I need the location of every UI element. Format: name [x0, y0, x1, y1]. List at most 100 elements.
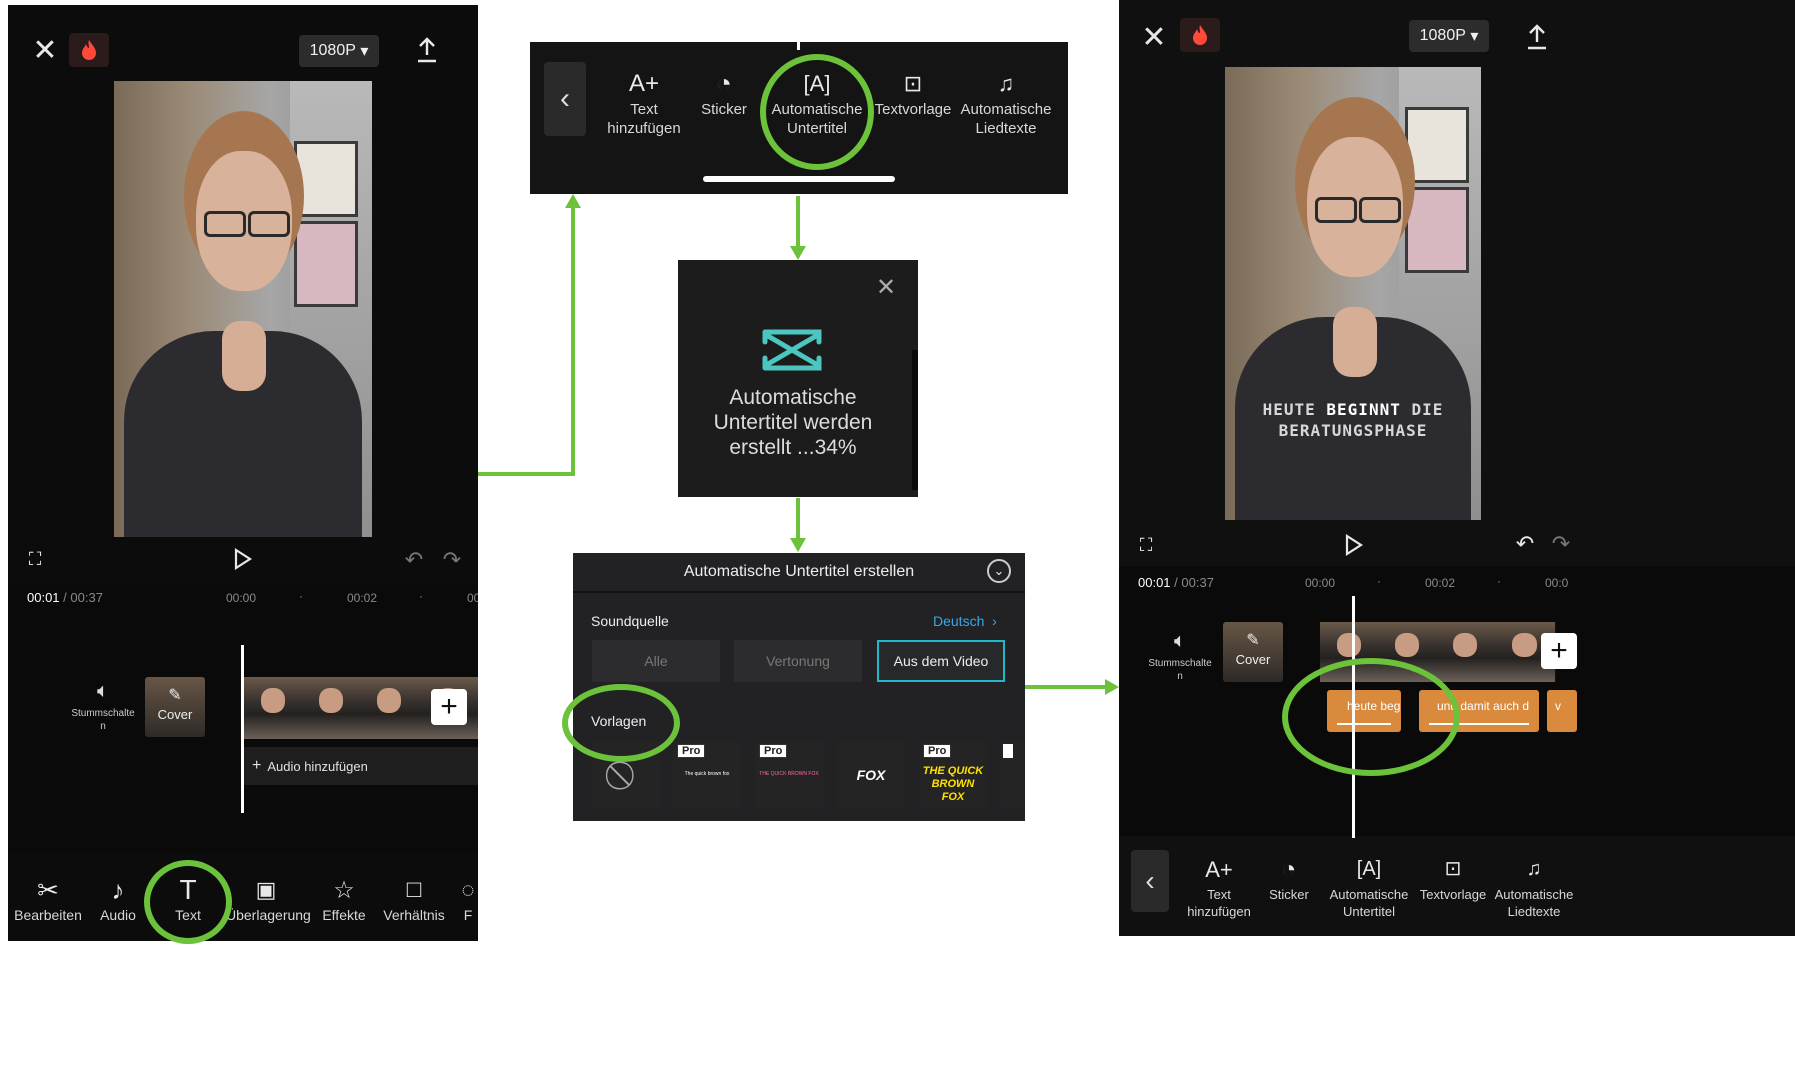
mute-button[interactable]: 🔈︎ Stummschalte n — [63, 680, 143, 733]
template-preview: THE QUICK BROWN FOX — [759, 771, 819, 777]
playhead[interactable] — [241, 645, 244, 813]
mute-button[interactable]: 🔈︎ Stummschalte n — [1140, 630, 1220, 683]
fullscreen-icon[interactable]: ⛶ — [1135, 534, 1157, 556]
menu-label: Textvorlage — [874, 101, 952, 118]
template-1[interactable]: Pro The quick brown fox — [673, 741, 741, 809]
resolution-button[interactable]: 1080P ▾ — [1409, 20, 1489, 52]
cover-label: Cover — [1235, 652, 1271, 667]
connector-line — [571, 206, 575, 476]
dialog-edge — [912, 350, 918, 490]
connector-line — [796, 498, 800, 540]
text-menu-strip: ‹ A+ Text hinzufügen ◔ Sticker [A] Autom… — [530, 42, 1068, 194]
plus-icon: + — [252, 757, 262, 774]
resolution-button[interactable]: 1080P ▾ — [299, 35, 379, 67]
menu-label: Text hinzufügen — [607, 101, 681, 137]
connector-line — [1025, 685, 1107, 689]
menu-auto-captions[interactable]: [A] Automatische Untertitel — [770, 66, 864, 138]
collapse-icon[interactable]: ⌄ — [987, 559, 1011, 583]
template-preview: The quick brown fox — [684, 771, 730, 777]
menu-label: Text hinzufügen — [1187, 887, 1251, 919]
close-icon[interactable]: ✕ — [1139, 21, 1169, 54]
play-icon[interactable] — [230, 545, 256, 573]
undo-icon[interactable]: ↶ — [402, 547, 426, 572]
video-preview[interactable] — [114, 81, 372, 537]
scroll-indicator[interactable] — [703, 176, 895, 182]
time-total: 00:37 — [1181, 575, 1214, 590]
redo-icon[interactable]: ↷ — [440, 547, 464, 572]
tool-effects[interactable]: ☆ Effekte — [304, 873, 384, 924]
menu-text-add[interactable]: A+ Text hinzufügen — [1179, 852, 1259, 920]
auto-lyrics-icon: ♫ — [1526, 857, 1542, 880]
back-button[interactable]: ‹ — [544, 62, 586, 136]
video-preview[interactable]: HEUTE BEGINNT DIE BERATUNGSPHASE — [1225, 67, 1481, 520]
menu-auto-lyrics[interactable]: ♫ Automatische Liedtexte — [958, 66, 1054, 138]
menu-label: Automatische Untertitel — [771, 101, 863, 137]
arrow-up-icon — [565, 194, 581, 208]
more-icon: ◌ — [461, 877, 475, 902]
cover-button[interactable]: ✎ Cover — [145, 677, 205, 737]
cover-button[interactable]: ✎ Cover — [1223, 622, 1283, 682]
language-selector[interactable]: Deutsch › — [933, 613, 997, 629]
menu-text-template[interactable]: ⊡ Textvorlage — [1411, 852, 1495, 903]
menu-label: Textvorlage — [1419, 887, 1487, 902]
tool-ratio[interactable]: □ Verhältnis — [374, 873, 454, 923]
tool-audio[interactable]: ♪ Audio — [78, 873, 158, 924]
option-all[interactable]: Alle — [592, 640, 720, 682]
close-icon[interactable]: ✕ — [874, 274, 898, 301]
template-3[interactable]: FOX — [837, 741, 905, 809]
tool-text[interactable]: T Text — [148, 873, 228, 923]
close-icon[interactable]: ✕ — [30, 34, 60, 67]
template-2[interactable]: Pro THE QUICK BROWN FOX — [755, 741, 823, 809]
clip-handle-bar[interactable] — [1429, 723, 1529, 725]
menu-text-add[interactable]: A+ Text hinzufügen — [604, 66, 684, 138]
right-phone-screen: ✕ 1080P ▾ HEUTE BEGINNT DIE BERATUNGSPHA… — [1119, 0, 1795, 936]
clip-handle-bar[interactable] — [1337, 723, 1391, 725]
add-clip-button[interactable]: + — [1541, 633, 1577, 669]
caption-clip[interactable]: heute beg — [1327, 690, 1401, 732]
menu-text-template[interactable]: ⊡ Textvorlage — [868, 66, 958, 119]
play-icon[interactable] — [1341, 531, 1367, 559]
templates-label: Vorlagen — [591, 713, 647, 729]
tool-more[interactable]: ◌ F — [448, 873, 478, 923]
caption-clip[interactable]: v — [1547, 690, 1577, 732]
ruler-dot: · — [419, 589, 423, 603]
menu-auto-lyrics[interactable]: ♫ Automatische Liedtexte — [1489, 852, 1579, 920]
redo-icon[interactable]: ↷ — [1551, 531, 1571, 556]
export-icon[interactable] — [1520, 20, 1554, 54]
back-button[interactable]: ‹ — [1131, 850, 1169, 912]
mute-label: Stummschalte n — [71, 708, 135, 732]
effects-star-icon: ☆ — [333, 876, 355, 904]
add-clip-button[interactable]: + — [431, 689, 467, 725]
menu-sticker[interactable]: ◔ Sticker — [1249, 852, 1329, 903]
caption-clip[interactable]: und damit auch d — [1419, 690, 1539, 732]
add-audio-track[interactable]: + Audio hinzufügen — [244, 747, 478, 785]
tool-label: Bearbeiten — [14, 907, 82, 923]
playhead[interactable] — [1352, 596, 1355, 838]
option-from-video[interactable]: Aus dem Video — [877, 640, 1005, 682]
sound-source-label: Soundquelle — [591, 613, 669, 629]
tool-edit[interactable]: ✂︎ Bearbeiten — [8, 873, 88, 924]
caption-word: HEUTE — [1262, 400, 1316, 419]
menu-auto-captions[interactable]: [A] Automatische Untertitel — [1323, 852, 1415, 920]
language-value: Deutsch — [933, 613, 985, 629]
template-4[interactable]: Pro THE QUICK BROWN FOX — [919, 741, 987, 809]
undo-icon[interactable]: ↶ — [1513, 531, 1537, 556]
fire-icon[interactable] — [1180, 18, 1220, 52]
mute-label: Stummschalte n — [1148, 658, 1212, 682]
fullscreen-icon[interactable]: ⛶ — [24, 548, 46, 570]
template-none[interactable]: ⃠ — [592, 741, 660, 809]
video-track[interactable] — [1320, 622, 1556, 682]
template-5-partial[interactable] — [1001, 741, 1025, 809]
caption-clip-text: heute beg — [1347, 699, 1401, 713]
option-voiceover[interactable]: Vertonung — [734, 640, 862, 682]
tool-overlay[interactable]: ▣ Überlagerung — [226, 873, 311, 923]
edit-icon: ✎ — [168, 687, 182, 704]
menu-sticker[interactable]: ◔ Sticker — [684, 66, 764, 119]
time-current: 00:01 — [27, 590, 60, 605]
fire-icon[interactable] — [69, 33, 109, 67]
caption-overlay[interactable]: HEUTE BEGINNT DIE BERATUNGSPHASE — [1225, 399, 1481, 441]
caption-clip-text: und damit auch d — [1437, 699, 1530, 713]
export-icon[interactable] — [410, 33, 444, 67]
ruler-mark: 00:02 — [1425, 576, 1456, 590]
auto-caption-icon: [A] — [803, 70, 831, 96]
